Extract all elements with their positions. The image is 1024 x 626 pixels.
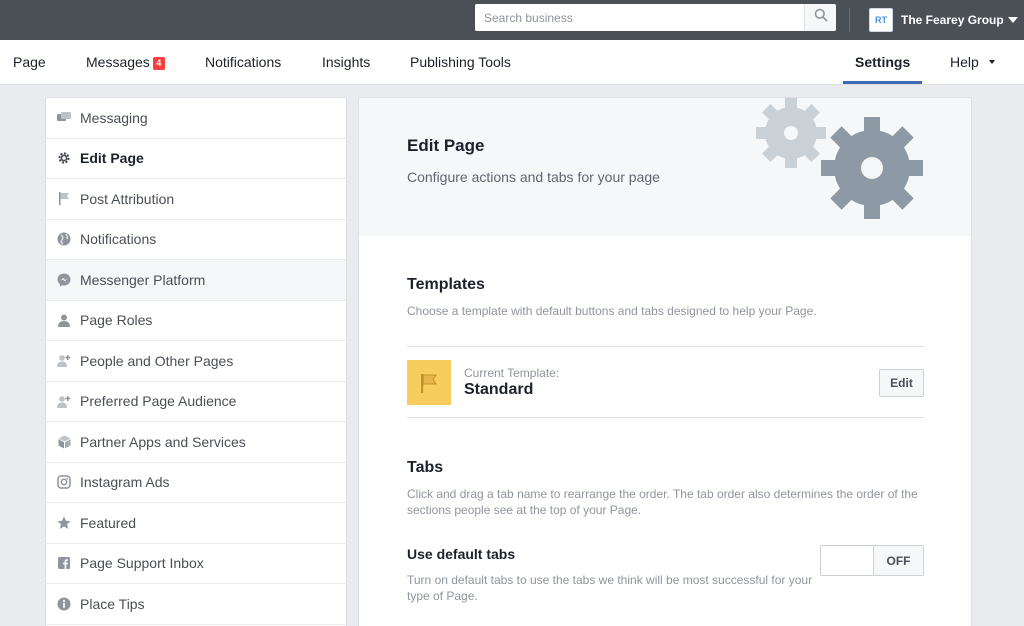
edit-template-button[interactable]: Edit [879, 369, 924, 397]
page-subtitle: Configure actions and tabs for your page [407, 169, 660, 185]
nav-tab-publishing-tools-label: Publishing Tools [410, 54, 511, 70]
default-tabs-title: Use default tabs [407, 546, 516, 562]
flag-icon [57, 192, 71, 206]
info-icon [57, 597, 71, 611]
sidebar-item-label: Edit Page [80, 150, 144, 167]
messages-count-badge: 4 [152, 57, 165, 70]
sidebar-item-label: Messenger Platform [80, 271, 206, 288]
nav-tab-settings[interactable]: Settings [855, 40, 910, 84]
globe-icon [57, 232, 71, 246]
messenger-icon [57, 273, 71, 287]
nav-tab-page-label: Page [13, 54, 46, 70]
sidebar-item-label: People and Other Pages [80, 352, 234, 369]
nav-tab-settings-label: Settings [855, 54, 911, 70]
templates-description: Choose a template with default buttons a… [407, 304, 817, 318]
caret-down-icon[interactable] [1007, 17, 1018, 23]
current-template-row: Current Template: Standard Edit [407, 346, 924, 418]
star-icon [57, 516, 71, 530]
sidebar-item-instagram-ads[interactable]: Instagram Ads [46, 463, 346, 503]
person-add-icon [57, 354, 71, 368]
search-button[interactable] [804, 4, 836, 31]
nav-tab-notifications-label: Notifications [205, 54, 282, 70]
account-switcher[interactable]: RT The Fearey Group [869, 7, 1018, 33]
sidebar-item-place-tips[interactable]: Place Tips [46, 584, 346, 625]
tabs-title: Tabs [407, 459, 444, 476]
sidebar-item-label: Place Tips [80, 595, 145, 612]
sidebar-item-preferred-page-audience[interactable]: Preferred Page Audience [46, 382, 346, 422]
cube-icon [57, 435, 71, 449]
sidebar-item-page-support-inbox[interactable]: Page Support Inbox [46, 544, 346, 584]
person-icon [57, 313, 71, 327]
messaging-icon [57, 111, 71, 125]
default-tabs-toggle[interactable]: OFF [820, 545, 924, 576]
templates-title: Templates [407, 276, 485, 293]
caret-down-icon[interactable] [988, 60, 995, 64]
facebook-icon [57, 556, 71, 570]
sidebar-item-partner-apps-and-services[interactable]: Partner Apps and Services [46, 422, 346, 463]
topbar-divider [849, 8, 850, 32]
template-flag-icon [407, 360, 451, 405]
sidebar-item-label: Partner Apps and Services [80, 433, 246, 450]
top-bar: RT The Fearey Group [0, 0, 1024, 40]
sidebar-item-messenger-platform[interactable]: Messenger Platform [46, 260, 346, 301]
instagram-icon [57, 475, 71, 489]
sidebar-item-people-and-other-pages[interactable]: People and Other Pages [46, 341, 346, 382]
nav-tab-notifications[interactable]: Notifications [205, 40, 281, 84]
nav-tab-page[interactable]: Page [13, 40, 46, 84]
sidebar-item-label: Page Roles [80, 312, 153, 329]
large-gear-icon [821, 117, 923, 219]
sidebar-item-label: Post Attribution [80, 190, 175, 207]
tabs-description-line-1: Click and drag a tab name to rearrange t… [407, 487, 918, 501]
sidebar-item-notifications[interactable]: Notifications [46, 220, 346, 260]
sidebar-item-label: Featured [80, 514, 137, 531]
nav-tab-help-label: Help [950, 54, 979, 70]
page-nav-bar: Page Messages 4 Notifications Insights Pu… [0, 40, 1024, 85]
edit-page-panel: Edit Page Configure actions and tabs for… [358, 97, 972, 626]
sidebar-item-label: Preferred Page Audience [80, 393, 237, 410]
person-add-icon [57, 394, 71, 408]
nav-tab-messages-label: Messages [86, 54, 150, 70]
panel-header: Edit Page Configure actions and tabs for… [359, 98, 971, 236]
nav-tab-messages[interactable]: Messages 4 [86, 40, 165, 84]
nav-tab-insights-label: Insights [322, 54, 371, 70]
active-tab-indicator [843, 81, 922, 84]
toggle-state-label[interactable]: OFF [874, 546, 923, 575]
search-input[interactable] [475, 4, 804, 31]
nav-tab-help[interactable]: Help [950, 40, 995, 84]
gear-icon [57, 151, 71, 165]
sidebar-item-label: Notifications [80, 231, 157, 248]
sidebar-item-edit-page[interactable]: Edit Page [46, 139, 346, 179]
default-tabs-description-line-1: Turn on default tabs to use the tabs we … [407, 573, 813, 587]
nav-tab-publishing-tools[interactable]: Publishing Tools [410, 40, 511, 84]
sidebar-item-page-roles[interactable]: Page Roles [46, 301, 346, 341]
sidebar-item-post-attribution[interactable]: Post Attribution [46, 179, 346, 220]
avatar[interactable]: RT [869, 8, 893, 32]
settings-sidebar: Messaging Edit Page Post Attribution Not… [45, 97, 347, 626]
toggle-knob[interactable] [821, 546, 874, 575]
sidebar-item-featured[interactable]: Featured [46, 503, 346, 544]
current-template-label: Current Template: [464, 366, 560, 380]
sidebar-item-label: Messaging [80, 109, 148, 126]
tabs-description-line-2: sections people see at the top of your P… [407, 503, 642, 517]
default-tabs-description-line-2: type of Page. [407, 589, 478, 603]
nav-tab-insights[interactable]: Insights [322, 40, 370, 84]
search-icon [814, 8, 828, 27]
sidebar-item-messaging[interactable]: Messaging [46, 98, 346, 139]
page-title: Edit Page [407, 136, 485, 155]
gears-illustration [756, 98, 923, 219]
sidebar-item-label: Page Support Inbox [80, 555, 204, 572]
search-box[interactable] [475, 4, 836, 31]
account-name[interactable]: The Fearey Group [901, 13, 1004, 27]
current-template-name: Standard [464, 381, 534, 398]
sidebar-item-label: Instagram Ads [80, 474, 170, 491]
